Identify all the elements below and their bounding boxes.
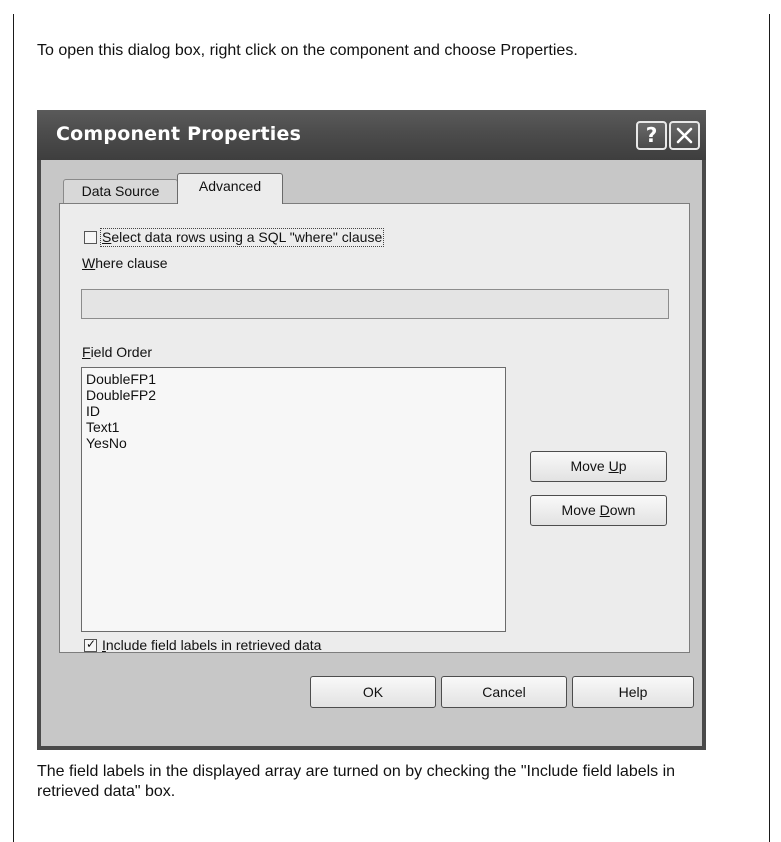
list-item[interactable]: YesNo — [86, 435, 501, 451]
field-order-listbox[interactable]: DoubleFP1 DoubleFP2 ID Text1 YesNo — [81, 367, 506, 632]
where-clause-input[interactable] — [81, 289, 669, 319]
where-clause-accesskey: W — [82, 255, 96, 271]
field-order-label: Field Order — [82, 344, 152, 360]
move-down-suffix: own — [609, 502, 636, 518]
move-up-suffix: p — [618, 458, 627, 474]
include-labels-label-text: nclude field labels in retrieved data — [105, 637, 322, 653]
move-up-button[interactable]: Move Up — [530, 451, 667, 482]
sql-where-accesskey: S — [102, 229, 112, 245]
move-down-button[interactable]: Move Down — [530, 495, 667, 526]
tab-data-source[interactable]: Data Source — [63, 179, 178, 203]
checkmark-icon: ✓ — [86, 637, 97, 651]
dialog-client-area: Data Source Advanced Select data rows us… — [41, 160, 702, 746]
list-item[interactable]: Text1 — [86, 419, 501, 435]
help-question-icon[interactable]: ? — [636, 121, 667, 150]
list-item[interactable]: ID — [86, 403, 501, 419]
include-labels-checkbox[interactable]: ✓ — [84, 637, 97, 652]
move-up-accesskey: U — [608, 458, 619, 474]
move-down-accesskey: D — [599, 502, 610, 518]
tab-advanced[interactable]: Advanced — [177, 173, 283, 204]
list-item[interactable]: DoubleFP2 — [86, 387, 501, 403]
cancel-button[interactable]: Cancel — [441, 676, 567, 708]
component-properties-dialog: Component Properties ? Data Source Advan… — [37, 110, 706, 750]
window-edge-bottom — [37, 746, 706, 750]
where-clause-label: Where clause — [82, 255, 168, 271]
where-clause-label-text: here clause — [95, 255, 168, 271]
sql-where-label[interactable]: Select data rows using a SQL "where" cla… — [100, 228, 385, 247]
caption-bottom: The field labels in the displayed array … — [37, 763, 676, 800]
advanced-tab-panel: Select data rows using a SQL "where" cla… — [59, 203, 690, 653]
move-down-prefix: Move — [561, 502, 600, 518]
field-order-accesskey: F — [82, 344, 91, 360]
close-x-icon[interactable] — [669, 121, 700, 150]
field-order-label-text: ield Order — [90, 344, 153, 360]
frame-line-top — [13, 14, 14, 842]
sql-where-label-text: elect data rows using a SQL "where" clau… — [111, 229, 383, 245]
caption-top: To open this dialog box, right click on … — [37, 42, 578, 59]
include-labels-label[interactable]: Include field labels in retrieved data — [102, 637, 321, 653]
help-button[interactable]: Help — [572, 676, 694, 708]
ok-button[interactable]: OK — [310, 676, 436, 708]
window-edge-right — [702, 160, 706, 750]
frame-line-right — [769, 14, 770, 842]
dialog-title: Component Properties — [56, 123, 302, 145]
move-up-prefix: Move — [570, 458, 609, 474]
title-bar: Component Properties ? — [37, 110, 706, 160]
list-item[interactable]: DoubleFP1 — [86, 371, 501, 387]
sql-where-checkbox[interactable] — [84, 231, 97, 244]
